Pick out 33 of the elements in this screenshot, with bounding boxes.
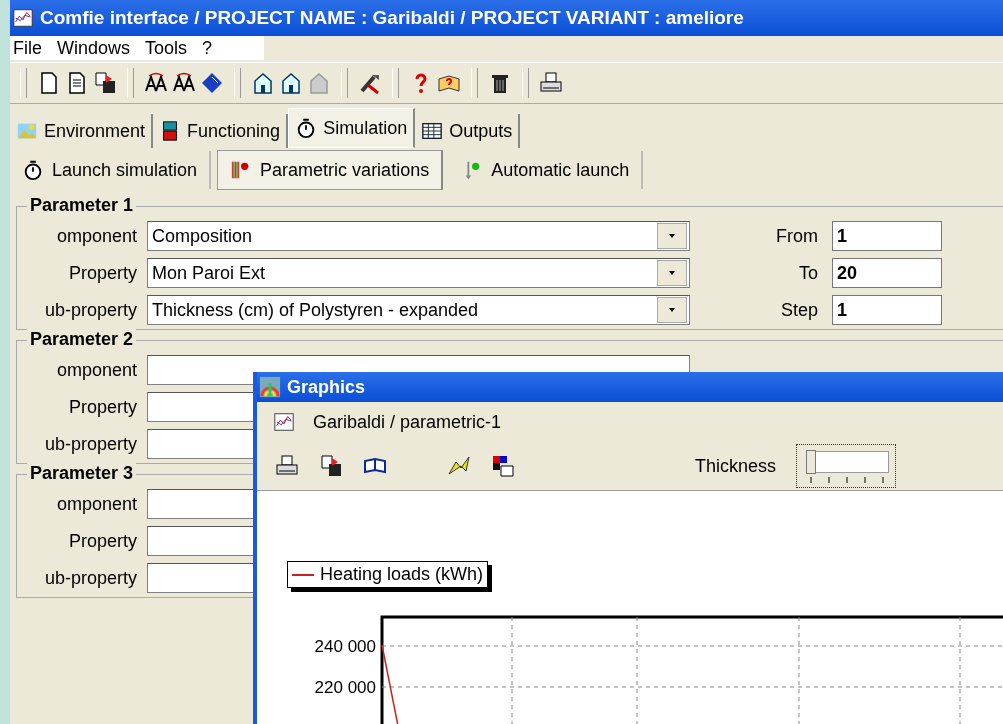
- subtab[interactable]: Automatic launch: [449, 151, 644, 189]
- field-label: omponent: [55, 359, 137, 381]
- window-title: Comfie interface / PROJECT NAME : Garibaldi / PROJECT VARIANT : ameliore: [40, 7, 744, 29]
- field-label: omponent: [55, 225, 137, 247]
- field-label: omponent: [55, 493, 137, 515]
- tab[interactable]: Simulation: [288, 108, 416, 148]
- input-field[interactable]: 20: [832, 258, 942, 288]
- field-label: From: [775, 225, 818, 247]
- subtab[interactable]: Launch simulation: [10, 151, 212, 189]
- menu-item[interactable]: ?: [199, 37, 225, 59]
- field-label: Step: [779, 299, 818, 321]
- field-label: ub-property: [43, 567, 137, 589]
- window-title: Graphics: [287, 376, 366, 398]
- dropdown-field[interactable]: Thickness (cm) of Polystyren - expanded: [147, 295, 690, 325]
- field-label: ub-property: [43, 433, 137, 455]
- document-title: Garibaldi / parametric-1: [313, 411, 502, 433]
- menu-item[interactable]: Windows: [54, 37, 143, 59]
- legend-label: Heating loads (kWh): [320, 564, 484, 585]
- dropdown-field[interactable]: Composition: [147, 221, 690, 251]
- input-field[interactable]: 1: [832, 295, 942, 325]
- axis-tick-label: 220 000: [314, 678, 376, 697]
- field-label: ub-property: [43, 299, 137, 321]
- menu-item[interactable]: Tools: [142, 37, 200, 59]
- axis-tick-label: 240 000: [314, 637, 376, 656]
- slider-label: Thickness: [695, 455, 777, 477]
- input-field[interactable]: 1: [832, 221, 942, 251]
- field-label: Property: [67, 262, 137, 284]
- field-label: Property: [67, 396, 137, 418]
- field-label: To: [798, 262, 818, 284]
- field-label: Property: [67, 530, 137, 552]
- menu-item[interactable]: File: [10, 37, 54, 59]
- subtab[interactable]: Parametric variations: [217, 150, 444, 190]
- dropdown-field[interactable]: Mon Paroi Ext: [147, 258, 690, 288]
